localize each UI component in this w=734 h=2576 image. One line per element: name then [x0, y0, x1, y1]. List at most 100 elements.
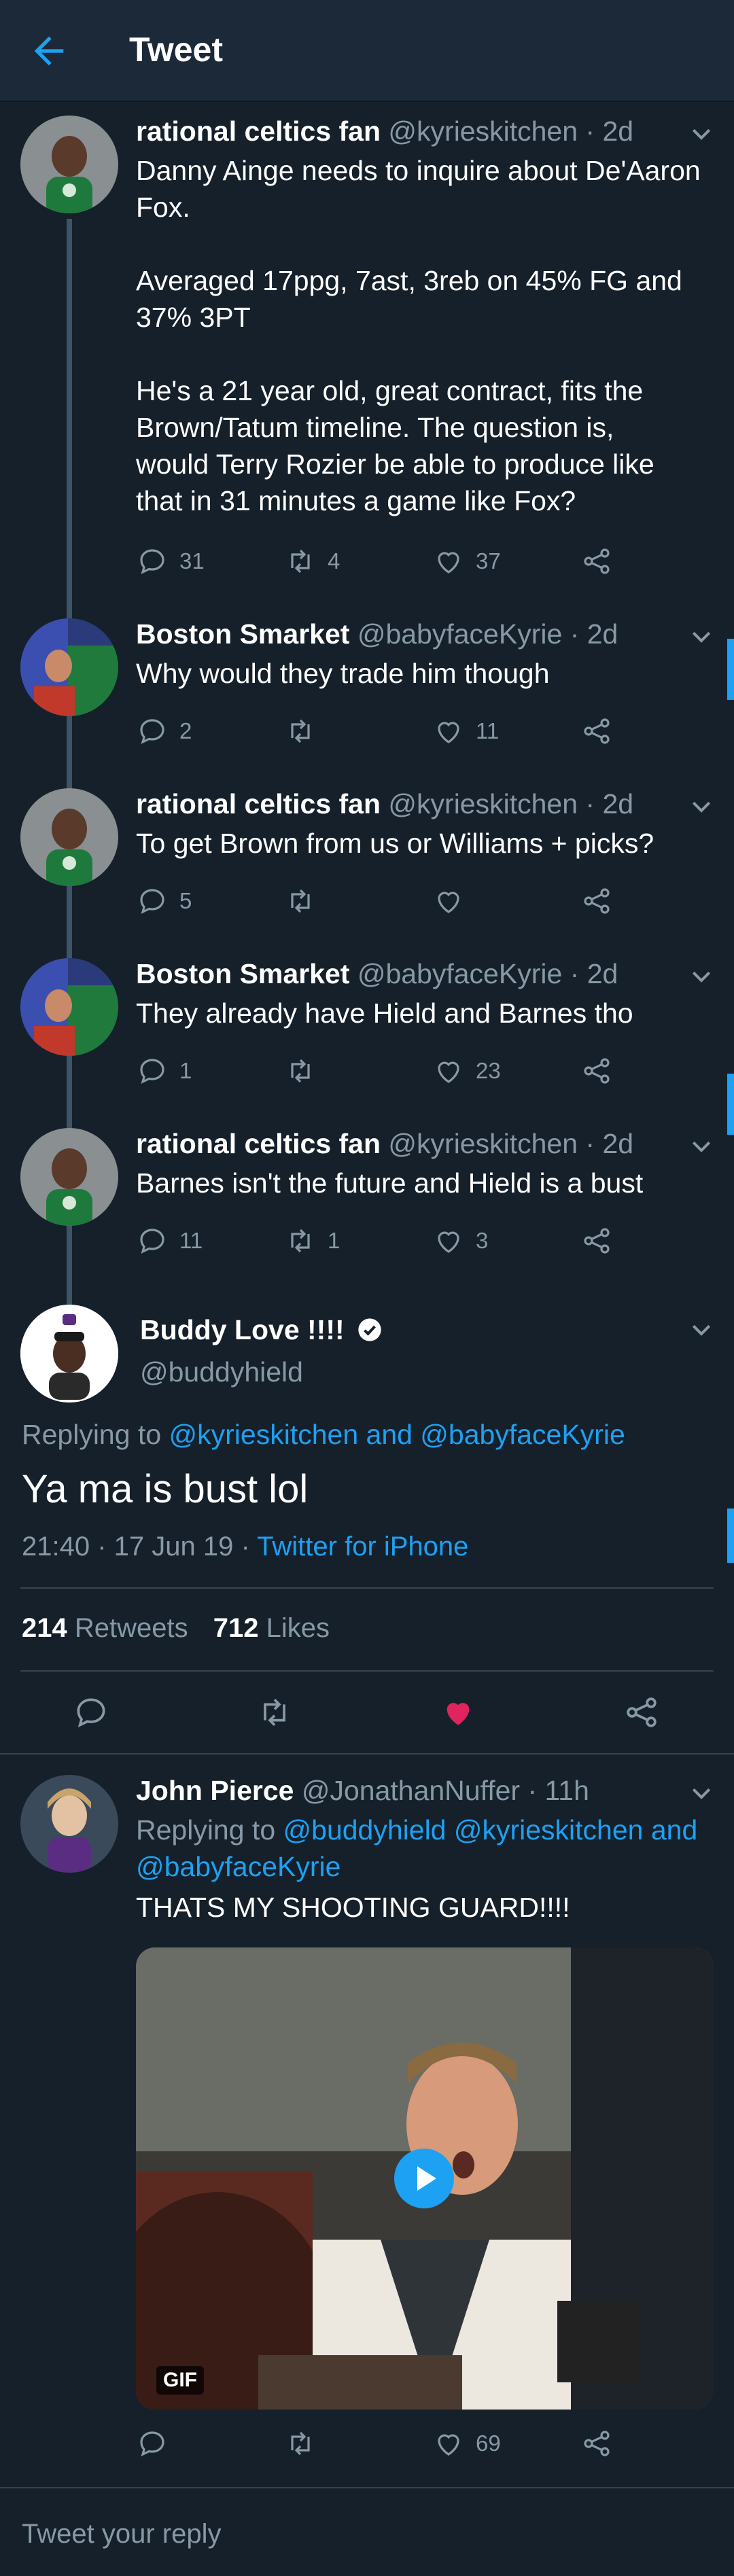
gif-badge: GIF [156, 2366, 204, 2395]
replying-prefix: Replying to [136, 1814, 276, 1846]
thread-tweet[interactable]: Boston Smarket @babyfaceKyrie · 2d Why w… [0, 618, 734, 761]
share-button[interactable] [580, 715, 613, 747]
reply-button[interactable]: 31 [136, 545, 205, 578]
tweet-actions: 5 [136, 885, 612, 925]
tweet-line: They already have Hield and Barnes tho [136, 998, 633, 1029]
tweet-header: Boston Smarket @babyfaceKyrie · 2d [136, 618, 618, 650]
retweet-icon[interactable] [256, 1693, 294, 1731]
handle[interactable]: @kyrieskitchen [388, 116, 578, 147]
share-icon[interactable] [623, 1693, 661, 1731]
like-button[interactable] [432, 885, 476, 917]
reply-button[interactable]: 2 [136, 715, 192, 747]
retweet-button[interactable] [284, 885, 328, 917]
thread-tweet[interactable]: rational celtics fan @kyrieskitchen · 2d… [0, 116, 734, 591]
share-button[interactable] [580, 545, 613, 578]
replying-handles[interactable]: @buddyhield @kyrieskitchen and [283, 1814, 698, 1846]
display-name[interactable]: Buddy Love !!!! [140, 1314, 345, 1345]
display-name[interactable]: rational celtics fan [136, 116, 381, 147]
reply-button[interactable]: 1 [136, 1055, 192, 1087]
avatar[interactable] [20, 116, 118, 213]
chevron-down-icon[interactable] [688, 964, 715, 991]
replying-handles[interactable]: @kyrieskitchen and @babyfaceKyrie [169, 1419, 625, 1450]
replying-handles[interactable]: @babyfaceKyrie [136, 1848, 714, 1885]
back-arrow-icon[interactable] [27, 29, 71, 73]
retweet-icon [291, 1229, 310, 1253]
share-button[interactable] [580, 1224, 613, 1257]
tweet-source[interactable]: Twitter for iPhone [257, 1532, 468, 1562]
tweet-text: To get Brown from us or Williams + picks… [136, 825, 714, 862]
retweets-count[interactable]: 214 [22, 1613, 67, 1643]
share-icon [584, 2431, 610, 2456]
chevron-down-icon[interactable] [688, 121, 715, 148]
replying-to: Replying to @kyrieskitchen and @babyface… [22, 1419, 625, 1451]
reply-icon [140, 1229, 164, 1254]
handle[interactable]: @babyfaceKyrie [357, 618, 562, 650]
like-button[interactable]: 37 [432, 545, 501, 578]
heart-icon [438, 892, 459, 913]
chevron-down-icon[interactable] [688, 794, 715, 821]
chevron-down-icon[interactable] [688, 624, 715, 651]
avatar[interactable] [20, 1128, 118, 1226]
avatar[interactable] [20, 958, 118, 1056]
gif-media[interactable]: GIF [136, 1947, 714, 2410]
handle[interactable]: @JonathanNuffer [302, 1775, 520, 1806]
reply-icon [140, 889, 164, 915]
reply-input[interactable]: Tweet your reply [22, 2519, 221, 2549]
retweet-icon [291, 719, 310, 743]
unread-indicator [727, 639, 734, 700]
tweet-text: Ya ma is bust lol [22, 1467, 309, 1511]
retweet-count: 1 [328, 1228, 340, 1253]
handle[interactable]: @buddyhield [140, 1356, 303, 1388]
retweet-button[interactable] [284, 2427, 328, 2460]
handle[interactable]: @kyrieskitchen [388, 1128, 578, 1159]
share-button[interactable] [580, 2427, 613, 2460]
share-button[interactable] [580, 1055, 613, 1087]
display-name[interactable]: Boston Smarket [136, 958, 349, 989]
avatar[interactable] [20, 618, 118, 716]
avatar[interactable] [20, 788, 118, 886]
likes-count[interactable]: 712 [213, 1613, 259, 1643]
reply-icon[interactable] [72, 1693, 110, 1731]
heart-icon [438, 1231, 459, 1253]
retweet-button[interactable]: 1 [284, 1224, 340, 1257]
reply-button[interactable]: 11 [136, 1224, 203, 1257]
handle[interactable]: @babyfaceKyrie [357, 958, 562, 989]
retweet-button[interactable] [284, 715, 328, 747]
retweet-button[interactable]: 4 [284, 545, 340, 578]
retweets-label[interactable]: Retweets [75, 1613, 188, 1643]
share-button[interactable] [580, 885, 613, 917]
heart-icon [438, 722, 459, 743]
display-name[interactable]: rational celtics fan [136, 1128, 381, 1159]
display-name[interactable]: Boston Smarket [136, 618, 349, 650]
display-name[interactable]: rational celtics fan [136, 788, 381, 819]
reply-button[interactable]: 5 [136, 885, 192, 917]
like-button[interactable]: 69 [432, 2427, 501, 2460]
avatar[interactable] [20, 1305, 118, 1402]
like-button[interactable]: 3 [432, 1224, 488, 1257]
retweet-icon [291, 889, 310, 913]
retweet-button[interactable] [284, 1055, 328, 1087]
display-name[interactable]: John Pierce [136, 1775, 294, 1806]
reply-button[interactable] [136, 2427, 179, 2460]
page-title: Tweet [129, 31, 223, 69]
focused-tweet-actions [0, 1685, 734, 1740]
chevron-down-icon[interactable] [688, 1317, 715, 1344]
chevron-down-icon[interactable] [688, 1133, 715, 1161]
reply-composer[interactable]: Tweet your reply [0, 2487, 734, 2576]
unread-indicator [727, 1074, 734, 1135]
heart-filled-icon[interactable] [439, 1693, 477, 1731]
thread-tweet[interactable]: rational celtics fan @kyrieskitchen · 2d… [0, 1128, 734, 1271]
handle[interactable]: @kyrieskitchen [388, 788, 578, 819]
reply-tweet[interactable]: John Pierce @JonathanNuffer · 11h Replyi… [0, 1775, 734, 2461]
thread-tweet[interactable]: rational celtics fan @kyrieskitchen · 2d… [0, 788, 734, 931]
likes-label[interactable]: Likes [266, 1613, 330, 1643]
tweet-actions: 11 1 3 [136, 1224, 612, 1265]
like-button[interactable]: 11 [432, 715, 499, 747]
reply-icon [140, 2431, 164, 2457]
avatar[interactable] [20, 1775, 118, 1873]
like-button[interactable]: 23 [432, 1055, 501, 1087]
tweet-line: Brown/Tatum timeline. The question is, [136, 412, 614, 443]
play-icon[interactable] [391, 2146, 457, 2211]
chevron-down-icon[interactable] [688, 1780, 715, 1807]
thread-tweet[interactable]: Boston Smarket @babyfaceKyrie · 2d They … [0, 958, 734, 1135]
